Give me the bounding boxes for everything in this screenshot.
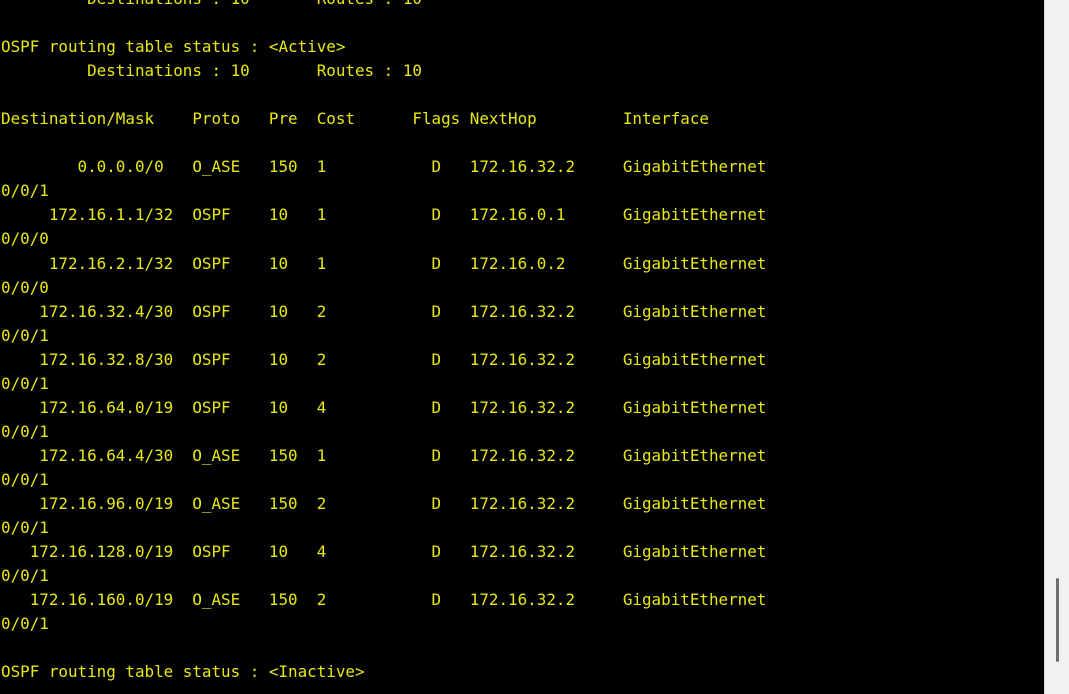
terminal-line: 172.16.160.0/19 O_ASE 150 2 D 172.16.32.… — [1, 590, 767, 610]
terminal-line: 172.16.2.1/32 OSPF 10 1 D 172.16.0.2 Gig… — [1, 253, 767, 273]
terminal-line: OSPF routing table status : <Inactive> — [1, 662, 365, 682]
terminal-line: 0/0/1 — [1, 373, 49, 393]
terminal-line: 172.16.64.4/30 O_ASE 150 1 D 172.16.32.2… — [1, 445, 767, 465]
terminal-line: 0/0/0 — [1, 277, 49, 297]
terminal-line: 172.16.64.0/19 OSPF 10 4 D 172.16.32.2 G… — [1, 397, 767, 417]
terminal-line: 0/0/1 — [1, 518, 49, 538]
terminal-line: 172.16.32.4/30 OSPF 10 2 D 172.16.32.2 G… — [1, 301, 767, 321]
terminal-line: Destinations : 10 Routes : 10 — [1, 0, 766, 11]
vertical-scrollbar[interactable] — [1044, 0, 1069, 694]
terminal-line: 0/0/0 — [1, 229, 49, 249]
terminal-line: 172.16.96.0/19 O_ASE 150 2 D 172.16.32.2… — [1, 493, 767, 513]
terminal-line: 0/0/1 — [1, 325, 49, 345]
terminal-line: 0/0/1 — [1, 421, 49, 441]
terminal-output: Destinations : 10 Routes : 10 OSPF routin… — [0, 0, 1044, 694]
terminal-line: Destination/Mask Proto Pre Cost Flags Ne… — [1, 109, 709, 129]
terminal-line: 0/0/1 — [1, 469, 49, 489]
terminal-line: 172.16.128.0/19 OSPF 10 4 D 172.16.32.2 … — [1, 542, 767, 562]
terminal-line: OSPF routing table status : <Active> — [1, 37, 346, 57]
scrollbar-thumb[interactable] — [1056, 578, 1059, 662]
terminal-line: 172.16.32.8/30 OSPF 10 2 D 172.16.32.2 G… — [1, 349, 767, 369]
terminal-line: 0/0/1 — [1, 181, 49, 201]
terminal-lines: Destinations : 10 Routes : 10 OSPF routin… — [1, 0, 766, 684]
terminal-line: 0/0/1 — [1, 614, 49, 634]
terminal-line: 0/0/1 — [1, 566, 49, 586]
terminal-line: 0.0.0.0/0 O_ASE 150 1 D 172.16.32.2 Giga… — [1, 157, 767, 177]
terminal-line: 172.16.1.1/32 OSPF 10 1 D 172.16.0.1 Gig… — [1, 205, 767, 225]
terminal-line: Destinations : 10 Routes : 10 — [1, 61, 422, 81]
